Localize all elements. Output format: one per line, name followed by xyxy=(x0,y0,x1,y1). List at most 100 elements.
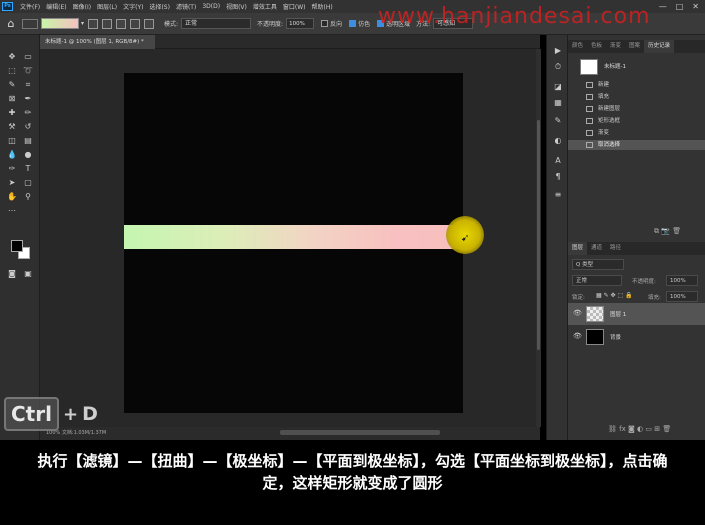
document-tab[interactable]: 未标题-1 @ 100% (图层 1, RGB/8#) * xyxy=(40,35,155,49)
hand-tool-icon[interactable]: ✋ xyxy=(5,191,19,203)
menu-plugins[interactable]: 增效工具 xyxy=(250,2,280,11)
menu-layer[interactable]: 图层(L) xyxy=(94,2,120,11)
tab-history[interactable]: 历史记录 xyxy=(644,40,675,53)
reflected-gradient-icon[interactable] xyxy=(130,18,141,29)
gradient-swatch[interactable] xyxy=(41,18,79,29)
tab-layers[interactable]: 图层 xyxy=(568,242,588,255)
add-mask-icon[interactable]: ◙ xyxy=(628,425,635,433)
history-item-selected[interactable]: 取消选择 xyxy=(568,140,705,150)
screen-mode-icon[interactable]: ▣ xyxy=(21,268,35,280)
blur-tool-icon[interactable]: 💧 xyxy=(5,149,19,161)
menu-image[interactable]: 图像(I) xyxy=(70,2,94,11)
maximize-button[interactable]: □ xyxy=(676,2,684,11)
move-tool-icon[interactable]: ✥ xyxy=(5,51,19,63)
fx-icon[interactable]: fx xyxy=(619,425,626,433)
trash-icon[interactable]: 🗑 xyxy=(672,227,681,235)
layer-opacity-input[interactable]: 100% xyxy=(666,275,698,286)
tab-channels[interactable]: 通道 xyxy=(587,242,606,255)
close-button[interactable]: ✕ xyxy=(692,2,699,11)
history-icon[interactable]: ⏱ xyxy=(552,61,564,73)
type-tool-icon[interactable]: T xyxy=(21,163,35,175)
vertical-scrollbar-thumb[interactable] xyxy=(537,120,540,350)
fill-input[interactable]: 100% xyxy=(666,291,698,302)
adjustment-layer-icon[interactable]: ◐ xyxy=(637,425,643,433)
camera-icon[interactable]: 📷 xyxy=(661,227,670,235)
menu-window[interactable]: 窗口(W) xyxy=(280,2,309,11)
opacity-input[interactable]: 100% xyxy=(286,18,315,29)
checkbox-box[interactable] xyxy=(377,20,385,27)
properties-icon[interactable]: ≡ xyxy=(552,189,564,201)
menu-file[interactable]: 文件(F) xyxy=(17,2,43,11)
history-item[interactable]: 渐变 xyxy=(568,128,705,138)
frame-tool-icon[interactable]: ⊠ xyxy=(5,93,19,105)
group-folder-icon[interactable]: ▭ xyxy=(645,425,652,433)
blend-mode-select[interactable]: 正常 xyxy=(572,275,622,286)
dither-checkbox[interactable]: 仿色 xyxy=(349,19,370,28)
eraser-tool-icon[interactable]: ◫ xyxy=(5,135,19,147)
layer-name[interactable]: 背景 xyxy=(610,333,621,341)
menu-help[interactable]: 帮助(H) xyxy=(309,2,336,11)
gradient-tool-icon[interactable]: ▤ xyxy=(21,135,35,147)
adjustments-icon[interactable]: ◐ xyxy=(552,135,564,147)
healing-brush-tool-icon[interactable]: ✚ xyxy=(5,107,19,119)
new-layer-icon[interactable]: ⊞ xyxy=(654,425,660,433)
link-layers-icon[interactable]: ⛓ xyxy=(608,425,617,433)
layer-filter-select[interactable]: Q 类型 xyxy=(572,259,624,270)
trash-icon[interactable]: 🗑 xyxy=(662,425,671,433)
zoom-tool-icon[interactable]: ⚲ xyxy=(21,191,35,203)
home-icon[interactable]: ⌂ xyxy=(0,13,22,35)
tab-patterns[interactable]: 图案 xyxy=(625,40,644,53)
linear-gradient-icon[interactable] xyxy=(88,18,99,29)
transparency-checkbox[interactable]: 透明区域 xyxy=(377,19,410,28)
swatches-icon[interactable]: ▦ xyxy=(552,97,564,109)
layer-name[interactable]: 图层 1 xyxy=(610,310,626,318)
eye-icon[interactable]: 👁 xyxy=(573,309,582,317)
snapshot-label[interactable]: 未标题-1 xyxy=(604,62,626,70)
history-brush-tool-icon[interactable]: ↺ xyxy=(21,121,35,133)
menu-type[interactable]: 文字(Y) xyxy=(120,2,146,11)
checkbox-box[interactable] xyxy=(349,20,357,27)
menu-select[interactable]: 选择(S) xyxy=(146,2,173,11)
checkbox-box[interactable] xyxy=(321,20,329,27)
angle-gradient-icon[interactable] xyxy=(116,18,127,29)
eye-icon[interactable]: 👁 xyxy=(573,332,582,340)
method-select[interactable]: 可感知 xyxy=(433,18,474,29)
tab-paths[interactable]: 路径 xyxy=(606,242,625,255)
chevron-down-icon[interactable]: ▾ xyxy=(81,20,84,27)
quick-select-tool-icon[interactable]: ✎ xyxy=(5,79,19,91)
lasso-tool-icon[interactable]: ➰ xyxy=(21,65,35,77)
menu-view[interactable]: 视图(V) xyxy=(223,2,250,11)
path-select-tool-icon[interactable]: ➤ xyxy=(5,177,19,189)
layer-row[interactable]: 👁 背景 xyxy=(568,326,705,348)
brush-settings-icon[interactable]: ✎ xyxy=(552,115,564,127)
new-document-from-state-icon[interactable]: ⧉ xyxy=(654,227,659,235)
crop-tool-icon[interactable]: ⌗ xyxy=(21,79,35,91)
radial-gradient-icon[interactable] xyxy=(102,18,113,29)
dodge-tool-icon[interactable]: ● xyxy=(21,149,35,161)
clone-stamp-tool-icon[interactable]: ⚒ xyxy=(5,121,19,133)
tab-swatches[interactable]: 色板 xyxy=(587,40,606,53)
more-tools-icon[interactable]: ⋯ xyxy=(5,205,19,217)
horizontal-scrollbar-thumb[interactable] xyxy=(280,430,440,435)
tab-gradients[interactable]: 渐变 xyxy=(606,40,625,53)
diamond-gradient-icon[interactable] xyxy=(144,18,155,29)
history-item[interactable]: 矩形选框 xyxy=(568,116,705,126)
quick-mask-icon[interactable]: ◙ xyxy=(5,268,19,280)
artboard-tool-icon[interactable]: ▭ xyxy=(21,51,35,63)
play-icon[interactable]: ▶ xyxy=(552,45,564,57)
marquee-tool-icon[interactable]: ⬚ xyxy=(5,65,19,77)
snapshot-thumbnail[interactable] xyxy=(580,59,598,75)
lock-icons[interactable]: ▦ ✎ ✥ ⬚ 🔒 xyxy=(596,292,633,299)
tab-color[interactable]: 颜色 xyxy=(568,40,587,53)
minimize-button[interactable]: — xyxy=(659,2,667,11)
tool-preset-picker[interactable] xyxy=(22,18,38,29)
foreground-color-swatch[interactable] xyxy=(11,240,23,252)
mode-select[interactable]: 正常 xyxy=(181,18,252,29)
shape-tool-icon[interactable]: ▢ xyxy=(21,177,35,189)
reverse-checkbox[interactable]: 反向 xyxy=(321,19,342,28)
pen-tool-icon[interactable]: ✑ xyxy=(5,163,19,175)
history-item[interactable]: 填充 xyxy=(568,92,705,102)
eyedropper-tool-icon[interactable]: ✒ xyxy=(21,93,35,105)
menu-3d[interactable]: 3D(D) xyxy=(199,3,223,10)
layer-comps-icon[interactable]: ◪ xyxy=(552,81,564,93)
